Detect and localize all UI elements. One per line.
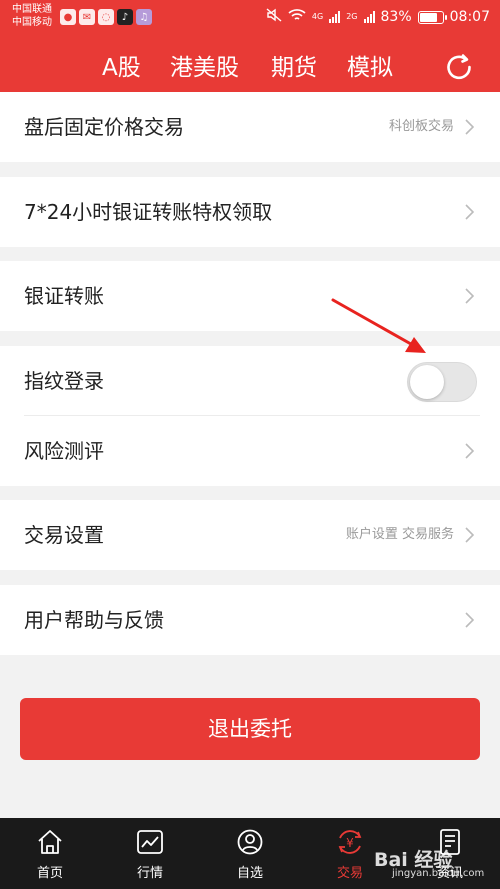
tabbar-item-home[interactable]: 首页 [10,818,90,889]
chevron-right-icon [465,527,474,543]
chevron-right-icon [465,443,474,459]
toggle-knob [410,365,444,399]
row-label: 风险测评 [24,439,104,463]
row-hint: 账户设置 交易服务 [345,527,454,542]
app-notification-icon: ● [60,9,76,25]
mute-icon [266,8,282,26]
svg-text:¥: ¥ [346,836,354,850]
message-icon: ✉ [79,9,95,25]
music-icon: ♫ [136,9,152,25]
row-hint: 科创板交易 [388,119,454,134]
tiktok-icon: ♪ [117,9,133,25]
battery-percent: 83% [380,9,412,25]
favorites-icon [237,829,263,855]
tabbar-item-market[interactable]: 行情 [110,818,190,889]
chevron-right-icon [465,288,474,304]
wifi-icon [288,8,306,26]
chevron-right-icon [465,204,474,220]
signal-icon-2 [363,11,375,23]
tab-futures[interactable]: 期货 [271,50,317,86]
row-label: 盘后固定价格交易 [24,115,184,139]
battery-icon [417,10,447,24]
tab-simulation[interactable]: 模拟 [347,50,393,86]
network-type-2: 2G [346,12,358,21]
row-risk-assessment[interactable]: 风险测评 [0,416,500,486]
row-fingerprint-login: 指纹登录 [0,346,500,416]
row-label: 指纹登录 [24,369,104,393]
chevron-right-icon [465,119,474,135]
tab-hk-us-stocks[interactable]: 港美股 [170,50,239,86]
tabbar-label: 自选 [236,866,263,881]
row-bank-transfer[interactable]: 银证转账 [0,261,500,331]
row-help-feedback[interactable]: 用户帮助与反馈 [0,585,500,655]
row-label: 银证转账 [24,284,104,308]
status-bar: 中国联通 中国移动 ● ✉ ◌ ♪ ♫ 4G 2G 83% 08:07 [0,0,500,36]
row-label: 7*24小时银证转账特权领取 [24,200,273,224]
carrier-line2: 中国移动 [12,17,52,28]
trade-icon: ¥ [338,830,362,854]
row-trade-settings[interactable]: 交易设置 账户设置 交易服务 [0,500,500,570]
battery-fill [419,12,437,22]
tabbar-label: 行情 [136,866,163,881]
refresh-icon[interactable] [444,52,474,82]
watermark-site: jingyan.baidu.com [392,868,485,879]
wechat-icon: ◌ [98,9,114,25]
status-right: 4G 2G 83% 08:07 [266,8,490,26]
network-type-1: 4G [311,12,324,21]
carrier-info: 中国联通 中国移动 [12,3,52,29]
row-label: 用户帮助与反馈 [24,608,164,632]
notification-icons: ● ✉ ◌ ♪ ♫ [60,9,152,25]
signal-icon-1 [329,11,341,23]
market-tabs: A股 港美股 期货 模拟 [0,50,500,86]
fingerprint-toggle[interactable] [407,362,477,402]
carrier-line1: 中国联通 [12,4,52,15]
row-24h-transfer-privilege[interactable]: 7*24小时银证转账特权领取 [0,177,500,247]
chevron-right-icon [465,612,474,628]
tab-a-shares[interactable]: A股 [102,50,141,86]
row-label: 交易设置 [24,523,104,547]
tabbar-label: 首页 [36,866,63,881]
app-header: 中国联通 中国移动 ● ✉ ◌ ♪ ♫ 4G 2G 83% 08:07 A股 港… [0,0,500,100]
logout-button[interactable]: 退出委托 [20,698,480,760]
home-icon [38,830,62,854]
tabbar-item-watchlist[interactable]: 自选 [210,818,290,889]
row-after-hours-trading[interactable]: 盘后固定价格交易 科创板交易 [0,92,500,162]
chart-icon [137,830,163,854]
clock: 08:07 [449,9,490,25]
